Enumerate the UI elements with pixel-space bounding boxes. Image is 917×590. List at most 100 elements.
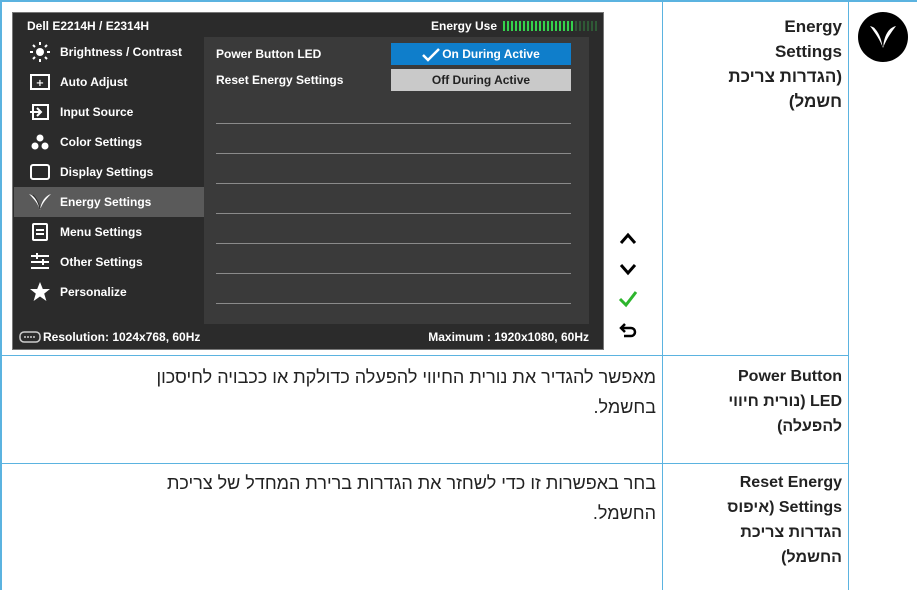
current-resolution: Resolution: 1024x768, 60Hz	[43, 330, 201, 344]
submenu-divider	[216, 183, 571, 184]
osd-footer: Resolution: 1024x768, 60Hz Maximum : 192…	[13, 324, 603, 350]
table-divider-col2	[848, 0, 849, 590]
energy-meter-segment	[523, 21, 525, 31]
menu-item-label: Color Settings	[60, 135, 143, 149]
other-settings-icon	[20, 252, 60, 272]
menu-item-label: Energy Settings	[60, 195, 152, 209]
menu-item-energy-settings[interactable]: Energy Settings	[14, 187, 204, 217]
term-line: להפעלה)	[777, 418, 842, 435]
leaf-icon	[20, 192, 60, 212]
menu-item-display-settings[interactable]: Display Settings	[14, 157, 204, 187]
submenu-divider	[216, 303, 571, 304]
description-line: בחר באפשרות זו כדי לשחזר את הגדרות ברירת…	[167, 473, 656, 493]
term-line: Settings (איפוס	[727, 499, 842, 516]
menu-item-color-settings[interactable]: Color Settings	[14, 127, 204, 157]
energy-meter-segment	[555, 21, 557, 31]
term-reset-energy-settings: Reset Energy Settings (איפוס הגדרות צריכ…	[668, 470, 842, 570]
energy-meter-segment	[535, 21, 537, 31]
menu-item-menu-settings[interactable]: Menu Settings	[14, 217, 204, 247]
menu-item-label: Personalize	[60, 285, 127, 299]
back-icon[interactable]	[617, 319, 639, 341]
display-settings-icon	[20, 162, 60, 182]
description-reset-energy-settings: בחר באפשרות זו כדי לשחזר את הגדרות ברירת…	[12, 468, 656, 528]
energy-meter-segment	[567, 21, 569, 31]
energy-meter-segment	[571, 21, 573, 31]
menu-item-label: Other Settings	[60, 255, 143, 269]
energy-use-label: Energy Use	[431, 19, 498, 33]
term-line: החשמל)	[781, 549, 842, 566]
energy-meter-segment	[559, 21, 561, 31]
energy-meter-segment	[551, 21, 553, 31]
down-icon[interactable]	[617, 259, 639, 281]
menu-item-label: Brightness / Contrast	[60, 45, 183, 59]
menu-settings-icon	[20, 222, 60, 242]
term-line: Power Button	[738, 368, 842, 385]
menu-item-other-settings[interactable]: Other Settings	[14, 247, 204, 277]
section-heading: Energy Settings (הגדרות צריכת חשמל)	[668, 14, 842, 114]
table-divider-row2	[0, 463, 848, 464]
energy-meter-segment	[583, 21, 585, 31]
menu-item-input-source[interactable]: Input Source	[14, 97, 204, 127]
description-line: בחשמל.	[593, 397, 656, 417]
menu-item-label: Display Settings	[60, 165, 154, 179]
submenu-label: Reset Energy Settings	[216, 73, 344, 87]
energy-meter-segment	[547, 21, 549, 31]
table-border-left	[0, 0, 2, 590]
submenu-divider	[216, 123, 571, 124]
menu-item-auto-adjust[interactable]: + Auto Adjust	[14, 67, 204, 97]
submenu-divider	[216, 153, 571, 154]
menu-item-label: Input Source	[60, 105, 134, 119]
energy-meter-segment	[519, 21, 521, 31]
heading-line: חשמל)	[788, 92, 842, 111]
table-border-top	[0, 0, 917, 2]
description-line: מאפשר להגדיר את נורית החיווי להפעלה כדול…	[156, 367, 656, 387]
table-divider-row1	[0, 355, 848, 356]
energy-meter-segment	[527, 21, 529, 31]
term-power-button-led: Power Button LED (נורית חיווי להפעלה)	[668, 364, 842, 439]
energy-meter-segment	[531, 21, 533, 31]
option-label: On During Active	[442, 47, 540, 61]
table-divider-col1	[662, 0, 663, 590]
option-on-during-active[interactable]: On During Active	[391, 43, 571, 65]
maximum-resolution: Maximum : 1920x1080, 60Hz	[428, 330, 589, 344]
submenu-label: Power Button LED	[216, 47, 322, 61]
menu-item-brightness-contrast[interactable]: Brightness / Contrast	[14, 37, 204, 67]
connector-icon	[19, 331, 41, 343]
svg-text:+: +	[36, 78, 44, 89]
check-icon[interactable]	[617, 288, 639, 310]
submenu-row-reset-energy-settings[interactable]: Reset Energy Settings Off During Active	[204, 67, 589, 93]
energy-meter-segment	[503, 21, 505, 31]
term-line: LED (נורית חיווי	[728, 393, 842, 410]
submenu-divider	[216, 243, 571, 244]
energy-meter-segment	[511, 21, 513, 31]
energy-meter-segment	[595, 21, 597, 31]
description-power-button-led: מאפשר להגדיר את נורית החיווי להפעלה כדול…	[12, 362, 656, 422]
term-line: הגדרות צריכת	[740, 524, 842, 541]
energy-meter-segment	[543, 21, 545, 31]
submenu-row-power-button-led[interactable]: Power Button LED On During Active	[204, 41, 589, 67]
menu-item-label: Auto Adjust	[60, 75, 128, 89]
energy-meter-segment	[579, 21, 581, 31]
osd-title: Dell E2214H / E2314H	[27, 19, 150, 33]
menu-item-label: Menu Settings	[60, 225, 143, 239]
submenu-divider	[216, 273, 571, 274]
energy-leaf-icon	[858, 12, 908, 62]
energy-meter-segment	[587, 21, 589, 31]
auto-adjust-icon: +	[20, 72, 60, 92]
submenu-divider	[216, 213, 571, 214]
option-off-during-active[interactable]: Off During Active	[391, 69, 571, 91]
energy-meter-segment	[507, 21, 509, 31]
menu-item-personalize[interactable]: Personalize	[14, 277, 204, 307]
energy-meter-segment	[575, 21, 577, 31]
term-line: Reset Energy	[739, 474, 842, 491]
input-source-icon	[20, 102, 60, 122]
up-icon[interactable]	[617, 227, 639, 249]
heading-line: Settings	[774, 42, 842, 61]
heading-line: Energy	[784, 17, 842, 36]
color-settings-icon	[20, 132, 60, 152]
osd-screenshot: Dell E2214H / E2314H Energy Use Brightne…	[12, 12, 604, 350]
description-line: החשמל.	[592, 503, 656, 523]
checkmark-icon	[422, 47, 441, 62]
energy-meter-segment	[539, 21, 541, 31]
osd-submenu: Power Button LED On During Active Reset …	[204, 37, 589, 324]
